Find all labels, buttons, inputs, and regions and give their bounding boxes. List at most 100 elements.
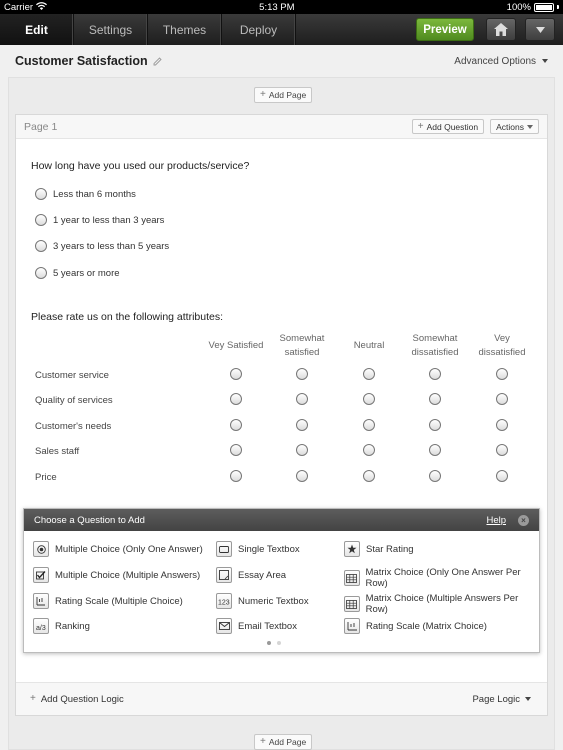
question-type-item[interactable]: a/3 Ranking bbox=[33, 618, 90, 634]
add-page-button-bottom[interactable]: + Add Page bbox=[254, 734, 313, 750]
radio-button[interactable] bbox=[35, 188, 47, 200]
email-icon bbox=[216, 618, 232, 634]
checkbox-icon bbox=[33, 567, 49, 583]
matrix-radio-button[interactable] bbox=[496, 444, 508, 456]
question-1-text: How long have you used our products/serv… bbox=[31, 160, 250, 172]
matrix-radio-button[interactable] bbox=[230, 419, 242, 431]
matrix-row-label: Customer's needs bbox=[35, 421, 112, 432]
battery-icon bbox=[533, 2, 554, 12]
matrix-radio-button[interactable] bbox=[429, 393, 441, 405]
question-type-item[interactable]: Matrix Choice (Multiple Answers Per Row) bbox=[344, 593, 539, 615]
page-dot-active[interactable] bbox=[267, 641, 271, 645]
matrix-radio-button[interactable] bbox=[230, 393, 242, 405]
matrix-radio-button[interactable] bbox=[496, 470, 508, 482]
matrix-radio-button[interactable] bbox=[230, 368, 242, 380]
page-footer: + Add Question Logic Page Logic bbox=[16, 682, 547, 715]
option-row[interactable]: Less than 6 months bbox=[35, 188, 136, 200]
matrix-multi-icon bbox=[344, 596, 360, 612]
add-page-button-top[interactable]: + Add Page bbox=[254, 87, 313, 103]
question-type-popup: Choose a Question to Add Help × Multiple… bbox=[23, 508, 540, 653]
option-row[interactable]: 5 years or more bbox=[35, 267, 120, 279]
chevron-down-icon bbox=[525, 697, 531, 701]
add-question-logic-button[interactable]: + Add Question Logic bbox=[30, 694, 124, 705]
radio-icon bbox=[33, 541, 49, 557]
tab-themes[interactable]: Themes bbox=[148, 14, 222, 45]
tab-settings[interactable]: Settings bbox=[74, 14, 148, 45]
matrix-radio-button[interactable] bbox=[363, 470, 375, 482]
matrix-radio-button[interactable] bbox=[429, 419, 441, 431]
essay-icon bbox=[216, 567, 232, 583]
radio-button[interactable] bbox=[35, 214, 47, 226]
actions-dropdown[interactable]: Actions bbox=[490, 119, 539, 134]
page-logic-label: Page Logic bbox=[472, 693, 520, 705]
matrix-radio-button[interactable] bbox=[363, 444, 375, 456]
matrix-radio-button[interactable] bbox=[296, 470, 308, 482]
question-type-item[interactable]: Email Textbox bbox=[216, 618, 297, 634]
option-row[interactable]: 3 years to less than 5 years bbox=[35, 240, 169, 252]
rating-scale-icon bbox=[33, 593, 49, 609]
question-type-item[interactable]: Rating Scale (Matrix Choice) bbox=[344, 618, 487, 634]
matrix-radio-button[interactable] bbox=[363, 419, 375, 431]
matrix-radio-button[interactable] bbox=[363, 368, 375, 380]
wifi-icon bbox=[36, 1, 48, 13]
matrix-radio-button[interactable] bbox=[496, 368, 508, 380]
ranking-icon: a/3 bbox=[33, 618, 49, 634]
matrix-row-label: Quality of services bbox=[35, 395, 113, 406]
status-bar: Carrier 5:13 PM 100% bbox=[0, 0, 563, 14]
matrix-row-label: Customer service bbox=[35, 370, 109, 381]
matrix-radio-button[interactable] bbox=[429, 368, 441, 380]
question-type-item[interactable]: Multiple Choice (Only One Answer) bbox=[33, 541, 203, 557]
survey-title: Customer Satisfaction bbox=[15, 54, 148, 68]
matrix-radio-button[interactable] bbox=[496, 393, 508, 405]
add-question-button[interactable]: + Add Question bbox=[411, 119, 485, 134]
matrix-radio-button[interactable] bbox=[296, 393, 308, 405]
numeric-icon: 123 bbox=[216, 593, 232, 609]
chevron-down-icon bbox=[542, 59, 548, 63]
svg-text:a/3: a/3 bbox=[36, 625, 46, 631]
question-type-item[interactable]: Essay Area bbox=[216, 567, 286, 583]
help-link[interactable]: Help bbox=[486, 515, 506, 526]
option-label: 1 year to less than 3 years bbox=[53, 214, 165, 226]
option-label: Less than 6 months bbox=[53, 188, 136, 200]
chevron-down-icon bbox=[527, 124, 533, 129]
matrix-radio-button[interactable] bbox=[230, 470, 242, 482]
matrix-radio-button[interactable] bbox=[296, 444, 308, 456]
question-type-item[interactable]: Single Textbox bbox=[216, 541, 300, 557]
matrix-radio-button[interactable] bbox=[230, 444, 242, 456]
svg-text:123: 123 bbox=[218, 599, 230, 606]
question-type-item[interactable]: Matrix Choice (Only One Answer Per Row) bbox=[344, 567, 539, 589]
close-icon[interactable]: × bbox=[518, 514, 529, 526]
page-logic-dropdown[interactable]: Page Logic bbox=[472, 694, 531, 705]
radio-button[interactable] bbox=[35, 240, 47, 252]
matrix-radio-button[interactable] bbox=[296, 419, 308, 431]
battery-percent: 100% bbox=[506, 1, 531, 13]
question-type-item[interactable]: Star Rating bbox=[344, 541, 414, 557]
question-type-item[interactable]: Rating Scale (Multiple Choice) bbox=[33, 593, 183, 609]
matrix-column-header: Vey Satisfied bbox=[208, 340, 264, 351]
top-nav: Edit Settings Themes Deploy Preview bbox=[0, 14, 563, 45]
option-row[interactable]: 1 year to less than 3 years bbox=[35, 214, 164, 226]
tab-edit[interactable]: Edit bbox=[0, 14, 74, 45]
popup-title: Choose a Question to Add bbox=[34, 514, 145, 526]
matrix-radio-button[interactable] bbox=[429, 470, 441, 482]
matrix-rating-icon bbox=[344, 618, 360, 634]
menu-dropdown-button[interactable] bbox=[525, 18, 555, 41]
matrix-radio-button[interactable] bbox=[296, 368, 308, 380]
matrix-row-label: Sales staff bbox=[35, 446, 80, 457]
matrix-radio-button[interactable] bbox=[496, 419, 508, 431]
matrix-radio-button[interactable] bbox=[363, 393, 375, 405]
preview-button[interactable]: Preview bbox=[416, 18, 474, 41]
tab-deploy[interactable]: Deploy bbox=[222, 14, 296, 45]
question-type-item[interactable]: Multiple Choice (Multiple Answers) bbox=[33, 567, 200, 583]
home-button[interactable] bbox=[486, 18, 516, 41]
radio-button[interactable] bbox=[35, 267, 47, 279]
star-icon bbox=[344, 541, 360, 557]
page-dot[interactable] bbox=[277, 641, 281, 645]
question-type-item[interactable]: 123 Numeric Textbox bbox=[216, 593, 309, 609]
matrix-column-header: Vey dissatisfied bbox=[478, 333, 526, 358]
matrix-column-header: Somewhat satisfied bbox=[279, 333, 325, 358]
textbox-icon bbox=[216, 541, 232, 557]
matrix-radio-button[interactable] bbox=[429, 444, 441, 456]
pencil-icon[interactable] bbox=[153, 56, 162, 66]
advanced-options-dropdown[interactable]: Advanced Options bbox=[454, 56, 548, 67]
